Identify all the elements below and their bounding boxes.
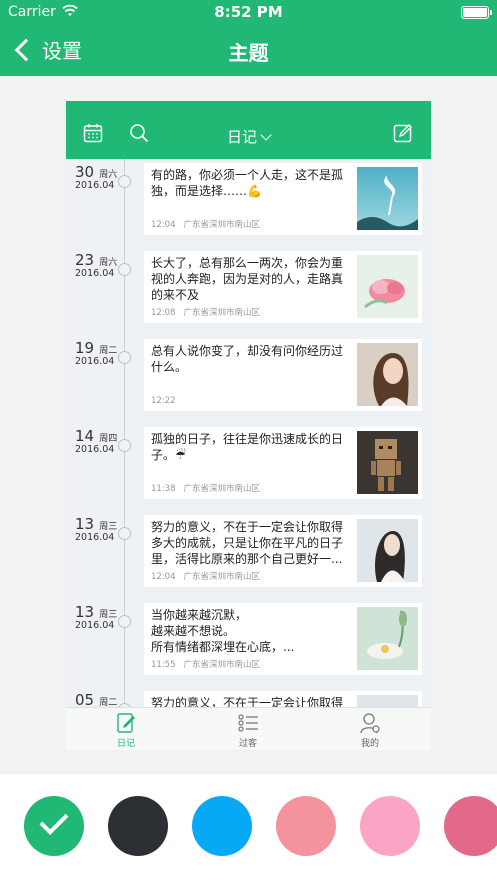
entry-text: 总有人说你变了，却没有问你经历过什么。 [151, 344, 344, 374]
swatch-green[interactable] [24, 796, 84, 856]
entry-date: 30 周六 2016.04 [75, 162, 125, 191]
entry-photo [357, 607, 418, 670]
page-title: 主题 [228, 41, 269, 65]
entry-meta: 12:08 广东省深圳市南山区 [151, 306, 260, 318]
tab-mine: 我的 [330, 712, 410, 749]
diary-icon [117, 713, 135, 733]
entry-location: 广东省深圳市南山区 [183, 484, 261, 494]
chevron-down-icon [260, 129, 272, 141]
entry-day: 23 [75, 251, 95, 269]
timeline-node [118, 351, 131, 364]
check-icon [39, 806, 69, 835]
entry-location: 广东省深圳市南山区 [183, 308, 261, 318]
entry-day: 14 [75, 427, 95, 445]
list-icon [238, 714, 258, 732]
entry-day: 30 [75, 163, 95, 181]
entry-card: 当你越来越沉默， 越来越不想说。 所有情绪都深埋在心底，... 11:55 广东省… [144, 603, 422, 675]
entry-weekday: 周六 [99, 170, 118, 180]
entry-text: 有的路，你必须一个人走，这不是孤独，而是选择……💪 [151, 168, 344, 198]
tab-label: 过客 [238, 739, 257, 749]
entry-photo [357, 167, 418, 230]
entry-day: 19 [75, 339, 95, 357]
entry-date: 14 周四 2016.04 [75, 426, 125, 455]
entry-card: 努力的意义，不在于一定会让你取得多大的成就，只是让你在平凡的日子里，活得比原来的… [144, 515, 422, 587]
entry-time: 11:55 [151, 660, 176, 670]
diary-entry: 23 周六 2016.04 长大了，总有那么一两次，你会为重视的人奔跑，因为是对的… [66, 247, 431, 335]
entry-meta: 12:04 广东省深圳市南山区 [151, 570, 260, 582]
diary-entry: 13 周三 2016.04 努力的意义，不在于一定会让你取得多大的成就，只是让你在… [66, 511, 431, 599]
timeline-node [118, 175, 131, 188]
entry-card: 总有人说你变了，却没有问你经历过什么。 12:22 [144, 339, 422, 411]
entry-card: 有的路，你必须一个人走，这不是孤独，而是选择……💪 12:04 广东省深圳市南山区 [144, 163, 422, 235]
timeline-node [118, 527, 131, 540]
timeline-node [118, 615, 131, 628]
entry-text: 当你越来越沉默， 越来越不想说。 所有情绪都深埋在心底，... [151, 608, 295, 654]
diary-entry: 19 周二 2016.04 总有人说你变了，却没有问你经历过什么。 12:22 [66, 335, 431, 423]
entry-date: 23 周六 2016.04 [75, 250, 125, 279]
entry-meta: 12:04 广东省深圳市南山区 [151, 218, 260, 230]
entry-time: 12:08 [151, 308, 176, 318]
entry-meta: 11:38 广东省深圳市南山区 [151, 482, 260, 494]
nav-bar: 设置 主题 [0, 26, 497, 76]
entry-weekday: 周二 [99, 346, 118, 356]
battery-icon [461, 6, 492, 19]
entry-location: 广东省深圳市南山区 [183, 660, 261, 670]
entry-day: 13 [75, 603, 95, 621]
edit-icon [393, 124, 412, 143]
entry-time: 12:04 [151, 572, 176, 582]
entry-text: 孤独的日子，往往是你迅速成长的日子。☔ [151, 432, 344, 462]
entry-time: 11:38 [151, 484, 176, 494]
timeline-node [118, 439, 131, 452]
entry-text: 长大了，总有那么一两次，你会为重视的人奔跑，因为是对的人，走路真的来不及 [151, 256, 344, 302]
timeline-node [118, 263, 131, 276]
entry-location: 广东省深圳市南山区 [183, 220, 261, 230]
preview-title-label: 日记 [226, 128, 257, 146]
theme-preview: 日记 30 周六 2016.04 有的路，你必须一个人走，这不是孤独，而是选择……… [66, 101, 431, 750]
entry-date: 19 周二 2016.04 [75, 338, 125, 367]
entry-time: 12:04 [151, 220, 176, 230]
entry-meta: 11:55 广东省深圳市南山区 [151, 658, 260, 670]
swatch-dark[interactable] [108, 796, 168, 856]
entry-card: 长大了，总有那么一两次，你会为重视的人奔跑，因为是对的人，走路真的来不及 12:… [144, 251, 422, 323]
entry-photo [357, 255, 418, 318]
diary-entry: 13 周三 2016.04 当你越来越沉默， 越来越不想说。 所有情绪都深埋在心底… [66, 599, 431, 687]
clock: 8:52 PM [214, 3, 283, 21]
diary-entry: 30 周六 2016.04 有的路，你必须一个人走，这不是孤独，而是选择……💪 1… [66, 159, 431, 247]
swatch-salmon[interactable] [276, 796, 336, 856]
user-settings-icon [360, 713, 380, 734]
theme-swatch-bar [0, 774, 497, 883]
entry-day: 13 [75, 515, 95, 533]
swatch-blue[interactable] [192, 796, 252, 856]
entry-date: 13 周三 2016.04 [75, 602, 125, 631]
entry-meta: 12:22 [151, 396, 184, 406]
entry-photo [357, 343, 418, 406]
entry-photo [357, 431, 418, 494]
entry-time: 12:22 [151, 396, 176, 406]
tab-label: 我的 [360, 739, 379, 749]
status-bar: Carrier 8:52 PM [0, 0, 497, 26]
diary-entry: 14 周四 2016.04 孤独的日子，往往是你迅速成长的日子。☔ 11:38 广东… [66, 423, 431, 511]
entry-photo [357, 519, 418, 582]
swatch-pink[interactable] [360, 796, 420, 856]
preview-header: 日记 [66, 101, 431, 159]
entry-weekday: 周四 [99, 434, 118, 444]
entry-card: 孤独的日子，往往是你迅速成长的日子。☔ 11:38 广东省深圳市南山区 [144, 427, 422, 499]
tab-label: 日记 [116, 739, 135, 749]
tab-diary: 日记 [86, 712, 166, 749]
preview-tab-bar: 日记 过客 我的 [66, 707, 431, 750]
entry-weekday: 周三 [99, 522, 118, 532]
tab-passerby: 过客 [208, 712, 288, 749]
entry-weekday: 周六 [99, 258, 118, 268]
entry-location: 广东省深圳市南山区 [183, 572, 261, 582]
entry-date: 13 周三 2016.04 [75, 514, 125, 543]
entry-weekday: 周三 [99, 610, 118, 620]
swatch-rose[interactable] [444, 796, 497, 856]
entry-text: 努力的意义，不在于一定会让你取得多大的成就，只是让你在平凡的日子里，活得比原来的… [151, 520, 344, 566]
preview-title: 日记 [66, 126, 431, 147]
